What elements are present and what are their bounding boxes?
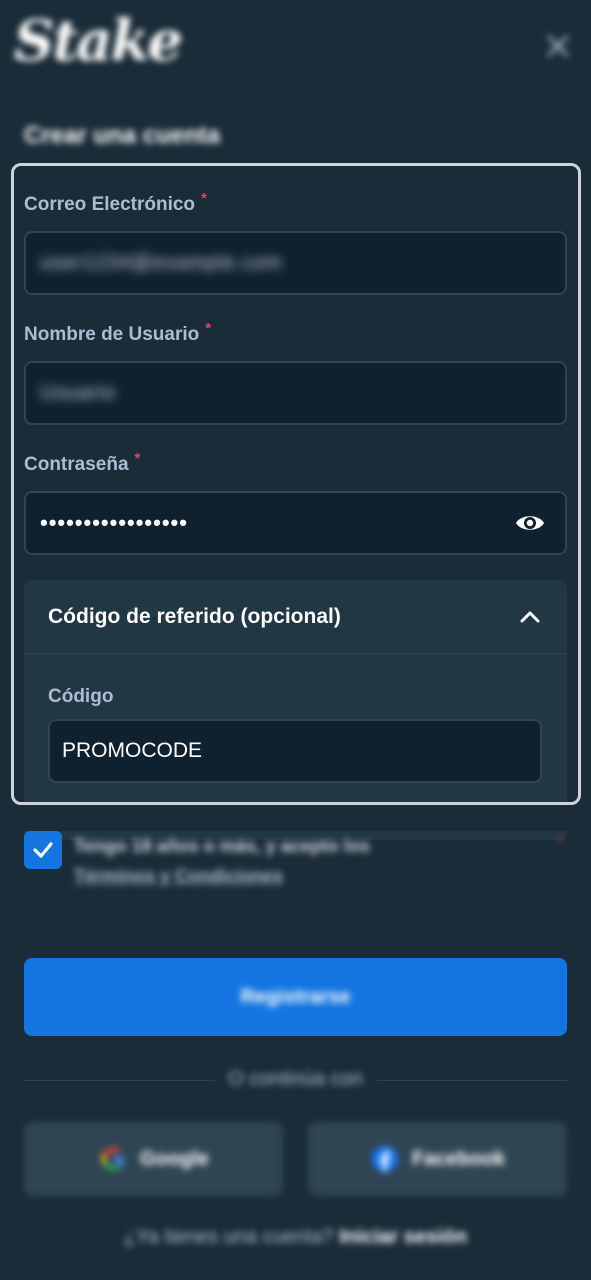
close-icon: [547, 35, 569, 57]
register-label: Registrarse: [240, 985, 351, 1008]
terms-link[interactable]: Términos y Condiciones: [74, 866, 283, 887]
google-icon: [101, 1147, 125, 1171]
divider-text: O continúa con: [0, 1068, 591, 1091]
page-title: Crear una cuenta: [24, 122, 221, 149]
login-link[interactable]: Iniciar sesión: [339, 1226, 467, 1248]
login-prompt: ¿Ya tienes una cuenta?: [123, 1226, 334, 1248]
google-button[interactable]: Google: [24, 1122, 283, 1196]
panel-mask: [0, 805, 591, 831]
stake-logo: Stake: [14, 8, 183, 74]
highlight-frame: [11, 163, 581, 805]
required-mark: *: [558, 834, 565, 851]
login-row: ¿Ya tienes una cuenta? Iniciar sesión: [0, 1226, 591, 1249]
terms-checkbox[interactable]: [24, 831, 62, 869]
terms-text: Tengo 18 años o más, y acepto los: [74, 836, 370, 856]
register-button[interactable]: Registrarse: [24, 958, 567, 1036]
facebook-icon: [371, 1146, 398, 1172]
close-button[interactable]: [540, 28, 576, 64]
check-icon: [33, 842, 53, 858]
facebook-label: Facebook: [411, 1147, 506, 1170]
google-label: Google: [140, 1147, 209, 1170]
facebook-button[interactable]: Facebook: [308, 1122, 567, 1196]
